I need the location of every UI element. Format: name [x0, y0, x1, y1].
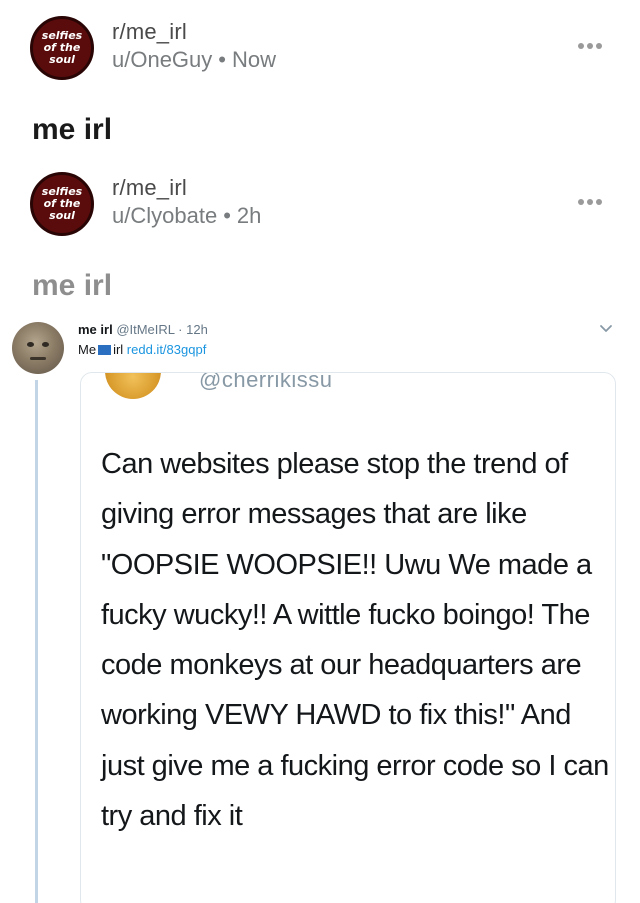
- post-meta: r/me_irl u/Clyobate • 2h: [112, 174, 261, 230]
- more-options-icon[interactable]: [570, 192, 610, 212]
- subreddit-link[interactable]: r/me_irl: [112, 174, 261, 202]
- subreddit-badge-icon[interactable]: selfies of the soul: [30, 172, 94, 236]
- tweet-text-after: irl: [113, 342, 124, 357]
- separator-dot: •: [218, 47, 226, 72]
- post-title[interactable]: me irl: [32, 112, 112, 148]
- username-link[interactable]: u/OneGuy: [112, 47, 212, 72]
- separator-dot: •: [223, 203, 231, 228]
- post-title[interactable]: me irl: [32, 268, 112, 304]
- quoted-tweet-body: Can websites please stop the trend of gi…: [101, 448, 609, 833]
- username-link[interactable]: u/Clyobate: [112, 203, 217, 228]
- post-time: 2h: [236, 203, 262, 228]
- tweet-link[interactable]: redd.it/83gqpf: [127, 342, 207, 357]
- post-time: Now: [231, 47, 276, 72]
- tweet-separator: ·: [178, 322, 183, 337]
- quoted-tweet-card[interactable]: @cherrikissu Can websites please stop th…: [80, 372, 616, 903]
- tweet-author-name[interactable]: me irl: [78, 322, 113, 337]
- laptop-emoji-icon: [98, 345, 112, 355]
- more-options-icon[interactable]: [570, 36, 610, 56]
- tweet-author-handle[interactable]: @ItMeIRL: [116, 322, 174, 337]
- post-header-2: selfies of the soul r/me_irl u/Clyobate •…: [30, 172, 610, 236]
- badge-line: soul: [49, 209, 75, 222]
- user-line: u/OneGuy • Now: [112, 46, 276, 74]
- chevron-down-icon[interactable]: [596, 318, 616, 338]
- tweet-header: me irl @ItMeIRL · 12h: [78, 322, 208, 338]
- post-header-1: selfies of the soul r/me_irl u/OneGuy • No…: [30, 16, 610, 80]
- tweet-avatar[interactable]: [12, 322, 64, 374]
- quoted-tweet-handle: @cherrikissu: [199, 372, 333, 392]
- tweet-text: Me irl redd.it/83gqpf: [78, 342, 206, 358]
- badge-line: soul: [49, 53, 75, 66]
- subreddit-link[interactable]: r/me_irl: [112, 18, 276, 46]
- post-meta: r/me_irl u/OneGuy • Now: [112, 18, 276, 74]
- subreddit-badge-icon[interactable]: selfies of the soul: [30, 16, 94, 80]
- tweet-time[interactable]: 12h: [186, 322, 208, 337]
- thread-line: [35, 380, 38, 903]
- quoted-tweet-avatar: [105, 373, 161, 399]
- tweet-text-before: Me: [78, 342, 97, 357]
- user-line: u/Clyobate • 2h: [112, 202, 261, 230]
